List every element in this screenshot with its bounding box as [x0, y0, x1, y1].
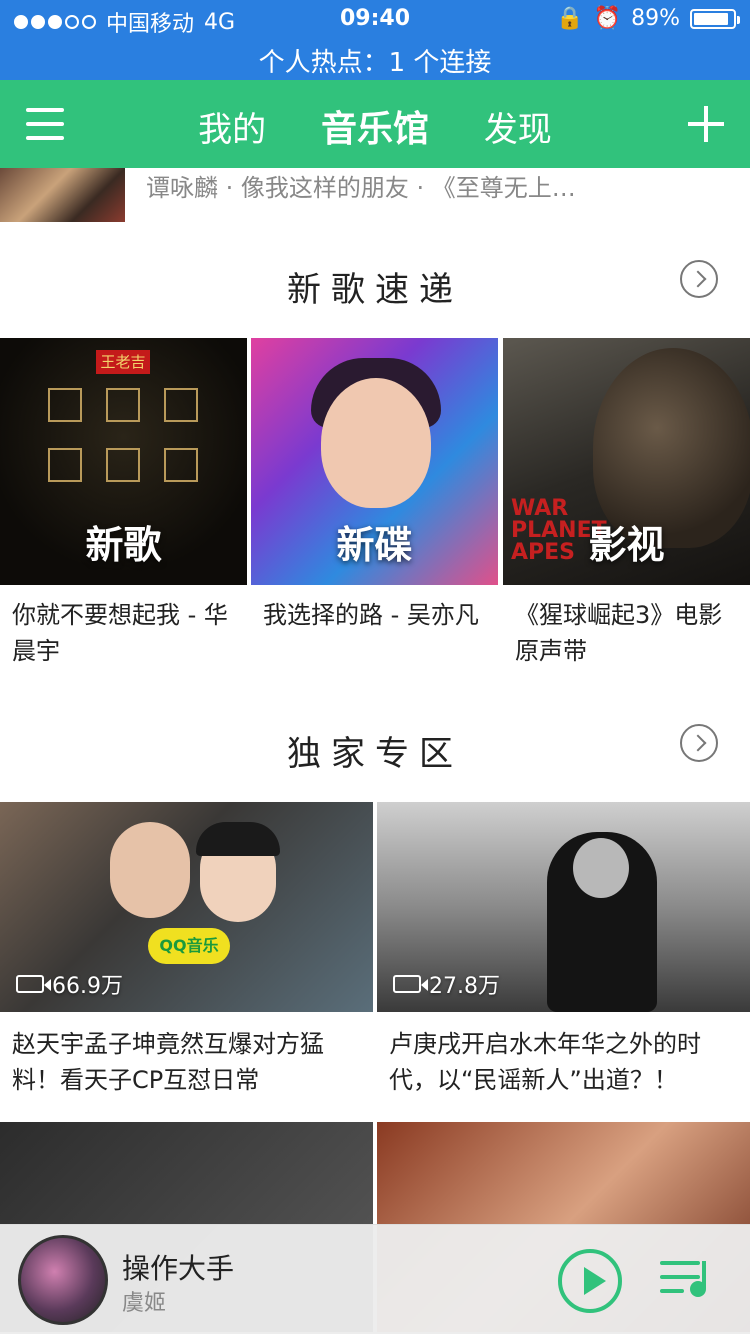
video-thumbnail: QQ音乐 66.9万 [0, 802, 373, 1012]
battery-percent: 89% [631, 6, 680, 31]
video-card[interactable]: QQ音乐 66.9万 赵天宇孟子坤竟然互爆对方猛料！看天子CP互怼日常 [0, 802, 373, 1122]
album-cover: 新碟 [251, 338, 498, 585]
alarm-icon: ⏰ [593, 6, 622, 31]
video-camera-icon [393, 975, 428, 993]
video-camera-icon [16, 975, 51, 993]
album-cover: 王老吉 新歌 [0, 338, 247, 585]
album-caption: 我选择的路 - 吴亦凡 [263, 601, 479, 629]
now-playing-artist: 虞姬 [122, 1291, 167, 1316]
mini-player[interactable]: 操作大手 虞姬 [0, 1224, 750, 1334]
video-caption: 卢庚戌开启水木年华之外的时代，以“民谣新人”出道？！ [389, 1030, 701, 1094]
song-info: 谭咏麟 · 像我这样的朋友 · 《至尊无上… [146, 174, 576, 202]
video-caption: 赵天宇孟子坤竟然互爆对方猛料！看天子CP互怼日常 [12, 1030, 324, 1094]
status-right: 🔒 ⏰ 89% [556, 6, 740, 31]
now-playing-title: 操作大手 [122, 1252, 235, 1285]
plus-icon[interactable] [688, 106, 724, 142]
cover-label: 新歌 [85, 523, 162, 567]
cover-label: 影视 [588, 523, 665, 567]
album-caption: 《猩球崛起3》电影原声带 [515, 601, 723, 665]
section-title: 新歌速递 [287, 270, 463, 310]
view-count: 27.8万 [393, 968, 500, 1000]
album-caption: 你就不要想起我 - 华晨宇 [12, 601, 228, 665]
play-icon[interactable] [558, 1249, 622, 1313]
nav-tabs: 我的 音乐馆 发现 [0, 100, 750, 152]
tab-discover[interactable]: 发现 [484, 102, 552, 151]
album-card[interactable]: 王老吉 新歌 你就不要想起我 - 华晨宇 [0, 338, 247, 669]
qq-music-logo: QQ音乐 [148, 928, 230, 964]
video-thumbnail: 27.8万 [377, 802, 750, 1012]
chevron-right-icon[interactable] [680, 260, 718, 298]
tab-mine[interactable]: 我的 [198, 102, 266, 151]
album-thumbnail [0, 168, 125, 222]
battery-icon [690, 8, 740, 29]
album-card[interactable]: WAR PLANET APES 影视 《猩球崛起3》电影原声带 [503, 338, 750, 669]
nav-bar: 我的 音乐馆 发现 [0, 80, 750, 168]
album-grid: 王老吉 新歌 你就不要想起我 - 华晨宇 新碟 我选择的路 - 吴亦凡 WAR P… [0, 338, 750, 668]
list-item[interactable]: 谭咏麟 · 像我这样的朋友 · 《至尊无上… [0, 168, 750, 224]
album-cover: WAR PLANET APES 影视 [503, 338, 750, 585]
section-header-new-songs: 新歌速递 [0, 250, 750, 320]
album-art[interactable] [18, 1235, 108, 1325]
status-bar: 中国移动 4G 09:40 🔒 ⏰ 89% 个人热点：1 个连接 [0, 0, 750, 80]
cover-label: 新碟 [336, 523, 413, 567]
chevron-right-icon[interactable] [680, 724, 718, 762]
view-count: 66.9万 [16, 968, 123, 1000]
playlist-icon[interactable] [660, 1255, 714, 1305]
section-header-exclusive: 独家专区 [0, 714, 750, 784]
brand-logo: 王老吉 [96, 350, 150, 374]
album-card[interactable]: 新碟 我选择的路 - 吴亦凡 [251, 338, 498, 633]
rotation-lock-icon: 🔒 [556, 6, 584, 31]
video-card[interactable]: 27.8万 卢庚戌开启水木年华之外的时代，以“民谣新人”出道？！ [377, 802, 750, 1122]
section-title: 独家专区 [287, 734, 463, 774]
tab-music-hall[interactable]: 音乐馆 [321, 100, 429, 152]
hotspot-banner[interactable]: 个人热点：1 个连接 [0, 42, 750, 79]
